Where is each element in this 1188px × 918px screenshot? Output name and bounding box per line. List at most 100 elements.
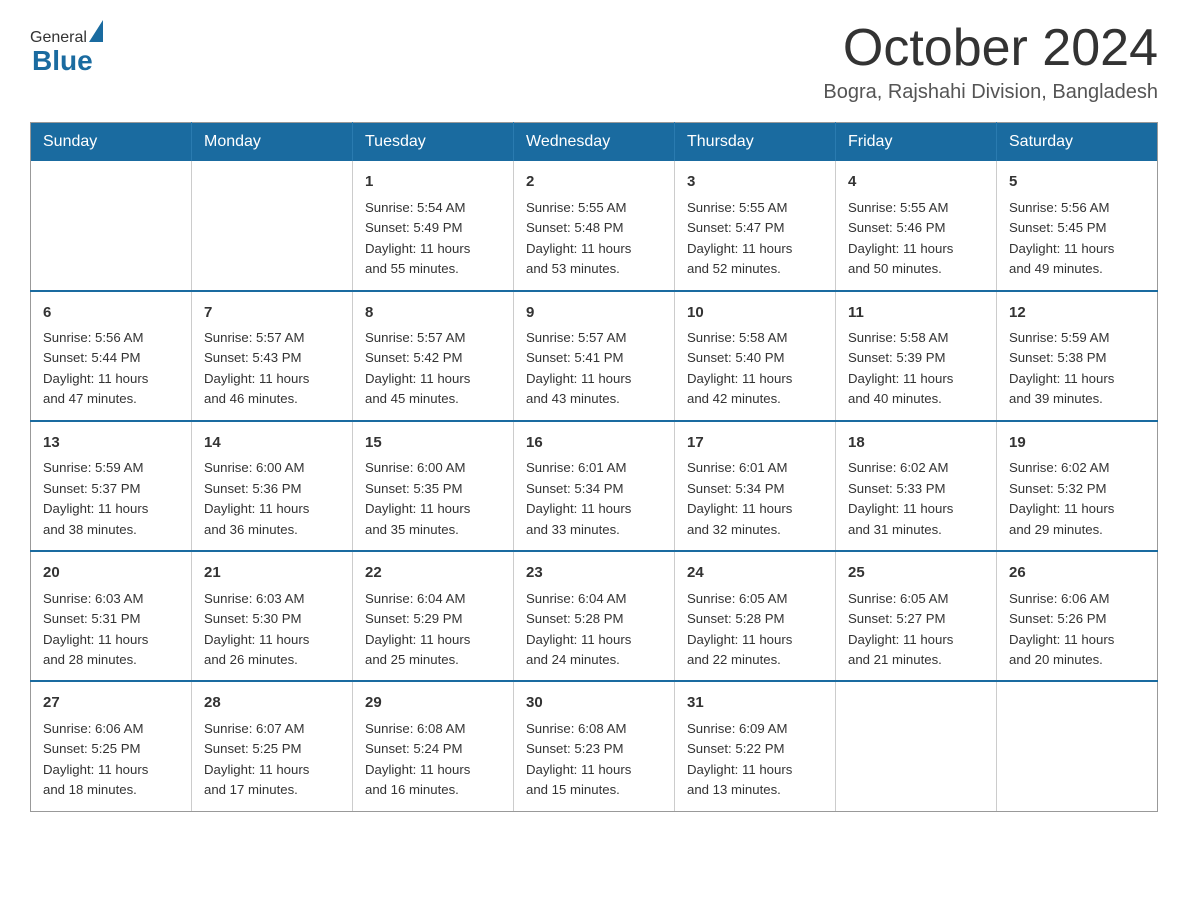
day-number: 19 [1009,432,1145,455]
calendar-cell: 24 Sunrise: 6:05 AM Sunset: 5:28 PM Dayli… [675,551,836,681]
weekday-header-thursday: Thursday [675,123,836,162]
day-info: Sunrise: 6:05 AM Sunset: 5:28 PM Dayligh… [687,591,792,667]
day-info: Sunrise: 6:01 AM Sunset: 5:34 PM Dayligh… [526,460,631,536]
day-number: 28 [204,692,340,715]
day-info: Sunrise: 6:03 AM Sunset: 5:30 PM Dayligh… [204,591,309,667]
calendar-cell: 22 Sunrise: 6:04 AM Sunset: 5:29 PM Dayli… [353,551,514,681]
calendar-cell: 15 Sunrise: 6:00 AM Sunset: 5:35 PM Dayli… [353,421,514,551]
calendar-cell: 25 Sunrise: 6:05 AM Sunset: 5:27 PM Dayli… [836,551,997,681]
day-info: Sunrise: 6:02 AM Sunset: 5:33 PM Dayligh… [848,460,953,536]
calendar-cell: 26Sunrise: 6:06 AM Sunset: 5:26 PM Dayli… [997,551,1158,681]
day-number: 21 [204,562,340,585]
title-area: October 2024 Bogra, Rajshahi Division, B… [823,20,1158,104]
page-subtitle: Bogra, Rajshahi Division, Bangladesh [823,81,1158,104]
calendar-cell: 28 Sunrise: 6:07 AM Sunset: 5:25 PM Dayli… [192,681,353,811]
day-info: Sunrise: 6:00 AM Sunset: 5:35 PM Dayligh… [365,460,470,536]
day-number: 13 [43,432,179,455]
day-number: 6 [43,302,179,325]
logo-triangle-icon [89,20,103,42]
logo-area: General Blue [30,20,105,77]
calendar-cell: 21 Sunrise: 6:03 AM Sunset: 5:30 PM Dayli… [192,551,353,681]
day-number: 25 [848,562,984,585]
calendar-table: SundayMondayTuesdayWednesdayThursdayFrid… [30,122,1158,812]
day-number: 2 [526,171,662,194]
weekday-header-friday: Friday [836,123,997,162]
calendar-cell: 16 Sunrise: 6:01 AM Sunset: 5:34 PM Dayli… [514,421,675,551]
weekday-header-saturday: Saturday [997,123,1158,162]
day-info: Sunrise: 5:56 AM Sunset: 5:44 PM Dayligh… [43,330,148,406]
calendar-cell [31,161,192,290]
calendar-cell: 17 Sunrise: 6:01 AM Sunset: 5:34 PM Dayli… [675,421,836,551]
calendar-week-row: 20 Sunrise: 6:03 AM Sunset: 5:31 PM Dayli… [31,551,1158,681]
calendar-cell [836,681,997,811]
day-info: Sunrise: 5:57 AM Sunset: 5:42 PM Dayligh… [365,330,470,406]
weekday-header-tuesday: Tuesday [353,123,514,162]
day-number: 22 [365,562,501,585]
day-number: 11 [848,302,984,325]
calendar-week-row: 6 Sunrise: 5:56 AM Sunset: 5:44 PM Daylig… [31,291,1158,421]
calendar-cell: 11 Sunrise: 5:58 AM Sunset: 5:39 PM Dayli… [836,291,997,421]
day-number: 23 [526,562,662,585]
calendar-cell: 12 Sunrise: 5:59 AM Sunset: 5:38 PM Dayli… [997,291,1158,421]
day-number: 29 [365,692,501,715]
calendar-cell: 6 Sunrise: 5:56 AM Sunset: 5:44 PM Daylig… [31,291,192,421]
day-number: 8 [365,302,501,325]
day-info: Sunrise: 5:59 AM Sunset: 5:37 PM Dayligh… [43,460,148,536]
day-info: Sunrise: 6:04 AM Sunset: 5:28 PM Dayligh… [526,591,631,667]
day-number: 27 [43,692,179,715]
header: General Blue October 2024 Bogra, Rajshah… [30,20,1158,104]
calendar-week-row: 27 Sunrise: 6:06 AM Sunset: 5:25 PM Dayli… [31,681,1158,811]
calendar-cell: 13 Sunrise: 5:59 AM Sunset: 5:37 PM Dayli… [31,421,192,551]
day-info: Sunrise: 5:56 AM Sunset: 5:45 PM Dayligh… [1009,200,1114,276]
day-info: Sunrise: 6:02 AM Sunset: 5:32 PM Dayligh… [1009,460,1114,536]
calendar-cell: 3Sunrise: 5:55 AM Sunset: 5:47 PM Daylig… [675,161,836,290]
weekday-header-wednesday: Wednesday [514,123,675,162]
calendar-cell: 20 Sunrise: 6:03 AM Sunset: 5:31 PM Dayli… [31,551,192,681]
page-title: October 2024 [823,20,1158,77]
day-number: 17 [687,432,823,455]
calendar-week-row: 13 Sunrise: 5:59 AM Sunset: 5:37 PM Dayli… [31,421,1158,551]
day-number: 15 [365,432,501,455]
day-info: Sunrise: 6:09 AM Sunset: 5:22 PM Dayligh… [687,721,792,797]
day-number: 10 [687,302,823,325]
calendar-cell [997,681,1158,811]
calendar-cell: 31Sunrise: 6:09 AM Sunset: 5:22 PM Dayli… [675,681,836,811]
day-number: 1 [365,171,501,194]
day-info: Sunrise: 6:08 AM Sunset: 5:23 PM Dayligh… [526,721,631,797]
calendar-cell: 7Sunrise: 5:57 AM Sunset: 5:43 PM Daylig… [192,291,353,421]
day-info: Sunrise: 5:57 AM Sunset: 5:43 PM Dayligh… [204,330,309,406]
weekday-header-sunday: Sunday [31,123,192,162]
day-info: Sunrise: 6:01 AM Sunset: 5:34 PM Dayligh… [687,460,792,536]
calendar-cell: 9 Sunrise: 5:57 AM Sunset: 5:41 PM Daylig… [514,291,675,421]
logo-blue-text: Blue [32,45,93,77]
day-number: 26 [1009,562,1145,585]
day-info: Sunrise: 6:04 AM Sunset: 5:29 PM Dayligh… [365,591,470,667]
day-info: Sunrise: 5:55 AM Sunset: 5:47 PM Dayligh… [687,200,792,276]
day-info: Sunrise: 5:57 AM Sunset: 5:41 PM Dayligh… [526,330,631,406]
calendar-cell: 23 Sunrise: 6:04 AM Sunset: 5:28 PM Dayli… [514,551,675,681]
calendar-cell: 8 Sunrise: 5:57 AM Sunset: 5:42 PM Daylig… [353,291,514,421]
calendar-cell: 14Sunrise: 6:00 AM Sunset: 5:36 PM Dayli… [192,421,353,551]
day-number: 24 [687,562,823,585]
day-info: Sunrise: 6:03 AM Sunset: 5:31 PM Dayligh… [43,591,148,667]
weekday-header-monday: Monday [192,123,353,162]
calendar-week-row: 1Sunrise: 5:54 AM Sunset: 5:49 PM Daylig… [31,161,1158,290]
day-number: 16 [526,432,662,455]
day-info: Sunrise: 5:58 AM Sunset: 5:39 PM Dayligh… [848,330,953,406]
day-number: 18 [848,432,984,455]
day-info: Sunrise: 6:05 AM Sunset: 5:27 PM Dayligh… [848,591,953,667]
calendar-cell: 5Sunrise: 5:56 AM Sunset: 5:45 PM Daylig… [997,161,1158,290]
day-number: 20 [43,562,179,585]
day-info: Sunrise: 6:06 AM Sunset: 5:25 PM Dayligh… [43,721,148,797]
day-info: Sunrise: 5:55 AM Sunset: 5:46 PM Dayligh… [848,200,953,276]
day-number: 30 [526,692,662,715]
day-info: Sunrise: 6:07 AM Sunset: 5:25 PM Dayligh… [204,721,309,797]
day-info: Sunrise: 5:55 AM Sunset: 5:48 PM Dayligh… [526,200,631,276]
calendar-cell: 18 Sunrise: 6:02 AM Sunset: 5:33 PM Dayli… [836,421,997,551]
day-number: 12 [1009,302,1145,325]
day-number: 4 [848,171,984,194]
day-number: 9 [526,302,662,325]
day-info: Sunrise: 6:08 AM Sunset: 5:24 PM Dayligh… [365,721,470,797]
calendar-cell [192,161,353,290]
day-info: Sunrise: 5:59 AM Sunset: 5:38 PM Dayligh… [1009,330,1114,406]
